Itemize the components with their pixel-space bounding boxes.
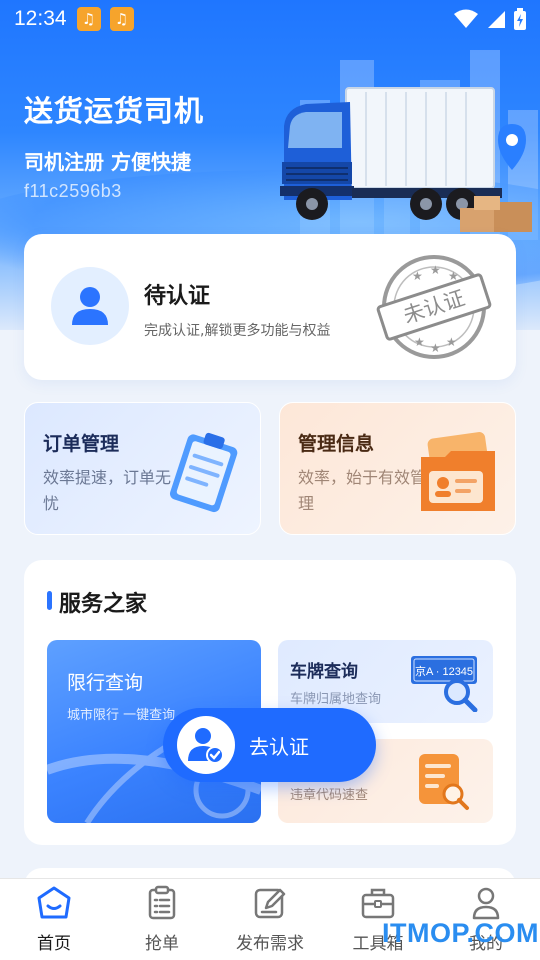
user-icon	[472, 887, 500, 920]
music-note-icon: ♫	[76, 7, 101, 31]
folder-icon	[421, 432, 495, 511]
hero-title: 送货运货司机	[24, 94, 205, 128]
clipboard-icon	[148, 885, 176, 920]
signal-icon	[488, 11, 505, 28]
unverified-stamp-icon: ★ ★ ★ ★ ★ ★ 未认证	[376, 255, 492, 359]
license-plate-title: 车牌查询	[290, 662, 358, 682]
tab-label: 首页	[37, 934, 71, 954]
watermark-logo: ITMOP.COM	[382, 918, 540, 948]
hero-subtitle: 司机注册 方便快捷	[24, 150, 191, 174]
document-search-icon	[419, 754, 469, 810]
section-accent-bar	[47, 591, 52, 610]
verification-status-title: 待认证	[144, 284, 211, 309]
services-title: 服务之家	[59, 592, 148, 617]
svg-text:★: ★	[446, 335, 457, 349]
order-management-card[interactable]: 订单管理 效率提速，订单无忧	[24, 402, 261, 535]
edit-icon	[254, 888, 286, 919]
home-icon	[37, 886, 71, 919]
music-note-icon: ♫	[109, 7, 134, 31]
truck-illustration-icon	[280, 87, 532, 232]
services-section: 服务之家 限行查询 城市限行 一键查询 车牌查询 车牌归属地查询 京A · 12…	[24, 560, 516, 845]
tab-label: 发布需求	[236, 934, 304, 954]
svg-text:★: ★	[430, 263, 441, 277]
info-management-description: 效率，始于有效管理	[298, 468, 427, 513]
plate-text: 京A · 12345	[415, 664, 473, 678]
traffic-restriction-description: 城市限行 一键查询	[67, 708, 176, 723]
svg-text:★: ★	[430, 341, 441, 355]
wifi-icon	[454, 9, 478, 28]
verification-description: 完成认证,解锁更多功能与权益	[144, 323, 331, 339]
tab-label: 抢单	[145, 934, 179, 954]
user-icon	[72, 287, 108, 325]
verification-card[interactable]: 待认证 完成认证,解锁更多功能与权益 ★ ★ ★ ★ ★ ★ 未认证	[24, 234, 516, 380]
order-management-title: 订单管理	[43, 433, 120, 455]
info-management-card[interactable]: 管理信息 效率，始于有效管理	[279, 402, 516, 535]
violation-code-description: 违章代码速查	[290, 788, 369, 803]
info-management-title: 管理信息	[298, 433, 375, 455]
go-verify-button[interactable]: 去认证	[163, 708, 376, 782]
status-bar: 12:34 ♫ ♫	[0, 0, 540, 38]
toolbox-icon	[361, 888, 395, 919]
license-plate-icon: 京A · 12345	[411, 656, 478, 712]
svg-text:★: ★	[412, 269, 423, 283]
go-verify-label: 去认证	[249, 734, 309, 759]
avatar	[51, 267, 129, 345]
hero-code: f11c2596b3	[24, 181, 122, 201]
tab-grab-order[interactable]: 抢单	[108, 879, 216, 960]
verified-user-icon	[177, 716, 235, 774]
license-plate-description: 车牌归属地查询	[290, 692, 382, 707]
status-time: 12:34	[14, 7, 67, 30]
traffic-restriction-title: 限行查询	[67, 672, 144, 694]
svg-text:★: ★	[414, 335, 425, 349]
clipboard-icon	[169, 432, 238, 513]
tab-post-demand[interactable]: 发布需求	[216, 879, 324, 960]
order-management-description: 效率提速，订单无忧	[43, 468, 172, 513]
tab-home[interactable]: 首页	[0, 879, 108, 960]
battery-icon	[514, 8, 526, 30]
